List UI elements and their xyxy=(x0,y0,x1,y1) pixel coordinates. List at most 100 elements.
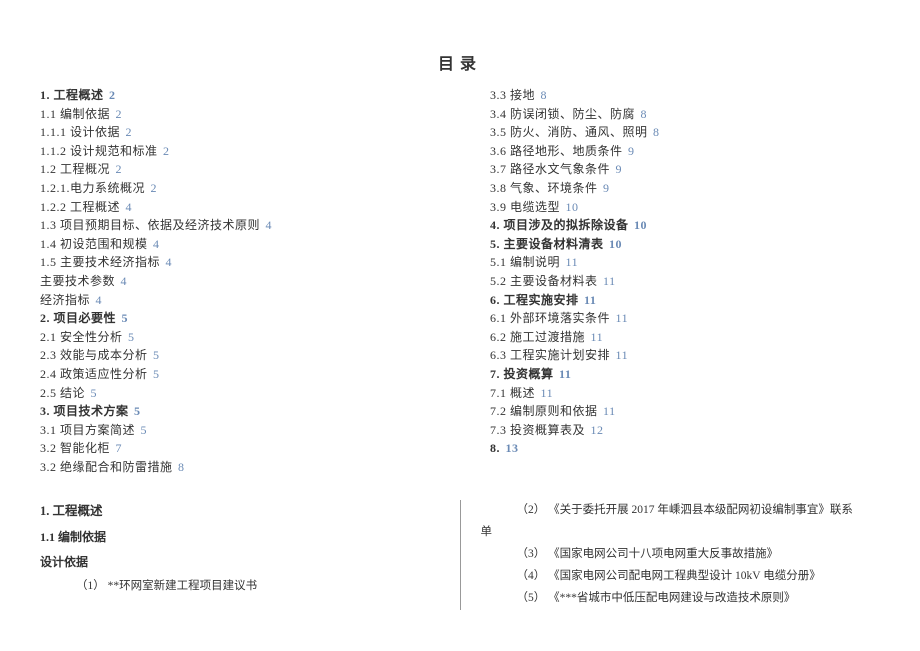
toc-entry-text: 3.7 路径水文气象条件 xyxy=(490,162,610,176)
toc-entry-page: 11 xyxy=(587,330,603,344)
heading-level-2: 1.1 编制依据 xyxy=(40,526,440,549)
toc-entry-page: 4 xyxy=(162,255,172,269)
body-column-right: （2） 《关于委托开展 2017 年嵊泗县本级配网初设编制事宜》联系 单 （3）… xyxy=(461,500,881,609)
toc-entry-page: 4 xyxy=(150,237,160,251)
toc-entry: 8. 13 xyxy=(490,439,880,458)
toc-entry-page: 11 xyxy=(612,348,628,362)
toc-entry: 2.5 结论 5 xyxy=(40,384,430,403)
toc-entry-page: 4 xyxy=(122,200,132,214)
toc-entry: 3.2 智能化柜 7 xyxy=(40,439,430,458)
toc-entry-text: 6.2 施工过渡措施 xyxy=(490,330,585,344)
toc-entry-text: 6.3 工程实施计划安排 xyxy=(490,348,610,362)
toc-entry-text: 主要技术参数 xyxy=(40,274,115,288)
toc-entry-text: 2.1 安全性分析 xyxy=(40,330,123,344)
toc-entry-text: 3.6 路径地形、地质条件 xyxy=(490,144,623,158)
toc-entry: 1.2.2 工程概述 4 xyxy=(40,198,430,217)
toc-entry-page: 8 xyxy=(637,107,647,121)
toc-entry: 1.1.2 设计规范和标准 2 xyxy=(40,142,430,161)
toc-entry-page: 2 xyxy=(160,144,170,158)
toc-entry: 1.2.1.电力系统概况 2 xyxy=(40,179,430,198)
toc-entry-page: 2 xyxy=(122,125,132,139)
toc-entry-page: 4 xyxy=(262,218,272,232)
toc-entry-text: 1. 工程概述 xyxy=(40,88,104,102)
toc-entry-text: 1.4 初设范围和规模 xyxy=(40,237,148,251)
toc-entry-page: 11 xyxy=(537,386,553,400)
toc-entry-text: 4. 项目涉及的拟拆除设备 xyxy=(490,218,629,232)
toc-entry-text: 3.4 防误闭锁、防尘、防腐 xyxy=(490,107,635,121)
toc-entry-page: 5 xyxy=(137,423,147,437)
toc-entry: 主要技术参数 4 xyxy=(40,272,430,291)
toc-entry-page: 2 xyxy=(112,107,122,121)
toc-entry-page: 5 xyxy=(150,348,160,362)
toc-entry-page: 8 xyxy=(537,88,547,102)
toc-entry: 2. 项目必要性 5 xyxy=(40,309,430,328)
toc-entry-page: 11 xyxy=(581,293,597,307)
toc: 1. 工程概述 21.1 编制依据 21.1.1 设计依据 21.1.2 设计规… xyxy=(40,86,880,476)
toc-entry: 经济指标 4 xyxy=(40,291,430,310)
toc-entry-page: 13 xyxy=(502,441,519,455)
toc-entry-text: 1.2 工程概况 xyxy=(40,162,110,176)
toc-entry-text: 经济指标 xyxy=(40,293,90,307)
toc-entry: 5.2 主要设备材料表 11 xyxy=(490,272,880,291)
toc-entry: 1.5 主要技术经济指标 4 xyxy=(40,253,430,272)
toc-entry: 3. 项目技术方案 5 xyxy=(40,402,430,421)
reference-item: （4） 《国家电网公司配电网工程典型设计 10kV 电缆分册》 xyxy=(481,566,881,588)
reference-item: （3） 《国家电网公司十八项电网重大反事故措施》 xyxy=(481,544,881,566)
toc-entry: 1. 工程概述 2 xyxy=(40,86,430,105)
body-section: 1. 工程概述 1.1 编制依据 设计依据 （1） **环网室新建工程项目建议书… xyxy=(40,500,880,609)
toc-entry-page: 11 xyxy=(612,311,628,325)
reference-item-cont: 单 xyxy=(481,522,881,544)
toc-entry-page: 4 xyxy=(117,274,127,288)
toc-entry-text: 5. 主要设备材料清表 xyxy=(490,237,604,251)
toc-entry-text: 3. 项目技术方案 xyxy=(40,404,129,418)
toc-entry: 6.1 外部环境落实条件 11 xyxy=(490,309,880,328)
toc-entry: 2.3 效能与成本分析 5 xyxy=(40,346,430,365)
toc-entry-text: 7.1 概述 xyxy=(490,386,535,400)
toc-entry-page: 11 xyxy=(562,255,578,269)
toc-entry-text: 1.5 主要技术经济指标 xyxy=(40,255,160,269)
toc-entry-page: 5 xyxy=(150,367,160,381)
toc-entry: 7.1 概述 11 xyxy=(490,384,880,403)
toc-entry-text: 1.1.1 设计依据 xyxy=(40,125,120,139)
reference-item: （1） **环网室新建工程项目建议书 xyxy=(40,576,440,598)
toc-entry-text: 5.1 编制说明 xyxy=(490,255,560,269)
toc-entry-text: 6.1 外部环境落实条件 xyxy=(490,311,610,325)
toc-entry-text: 1.2.1.电力系统概况 xyxy=(40,181,145,195)
toc-entry-page: 9 xyxy=(625,144,635,158)
toc-entry-page: 11 xyxy=(600,404,616,418)
toc-entry: 7.3 投资概算表及 12 xyxy=(490,421,880,440)
toc-entry: 6.2 施工过渡措施 11 xyxy=(490,328,880,347)
toc-entry: 5.1 编制说明 11 xyxy=(490,253,880,272)
toc-entry-text: 3.9 电缆选型 xyxy=(490,200,560,214)
toc-entry-page: 8 xyxy=(650,125,660,139)
toc-entry-text: 1.3 项目预期目标、依据及经济技术原则 xyxy=(40,218,260,232)
toc-entry: 6.3 工程实施计划安排 11 xyxy=(490,346,880,365)
toc-entry-text: 3.2 智能化柜 xyxy=(40,441,110,455)
heading-level-3: 设计依据 xyxy=(40,551,440,574)
toc-entry-text: 7.3 投资概算表及 xyxy=(490,423,585,437)
toc-entry: 1.1 编制依据 2 xyxy=(40,105,430,124)
toc-entry-text: 3.8 气象、环境条件 xyxy=(490,181,598,195)
toc-entry: 3.3 接地 8 xyxy=(490,86,880,105)
toc-entry: 2.1 安全性分析 5 xyxy=(40,328,430,347)
toc-entry: 5. 主要设备材料清表 10 xyxy=(490,235,880,254)
toc-entry-text: 2.5 结论 xyxy=(40,386,85,400)
toc-entry-page: 5 xyxy=(87,386,97,400)
toc-entry-text: 6. 工程实施安排 xyxy=(490,293,579,307)
toc-entry-text: 3.2 绝缘配合和防雷措施 xyxy=(40,460,173,474)
toc-entry-text: 1.2.2 工程概述 xyxy=(40,200,120,214)
reference-item: （2） 《关于委托开展 2017 年嵊泗县本级配网初设编制事宜》联系 xyxy=(481,500,881,522)
toc-entry-text: 5.2 主要设备材料表 xyxy=(490,274,598,288)
toc-entry-page: 2 xyxy=(147,181,157,195)
doc-title: 目录 xyxy=(40,50,880,74)
toc-column-right: 3.3 接地 83.4 防误闭锁、防尘、防腐 83.5 防火、消防、通风、照明 … xyxy=(490,86,880,476)
toc-entry: 2.4 政策适应性分析 5 xyxy=(40,365,430,384)
toc-entry: 4. 项目涉及的拟拆除设备 10 xyxy=(490,216,880,235)
toc-entry: 7.2 编制原则和依据 11 xyxy=(490,402,880,421)
toc-entry-text: 7.2 编制原则和依据 xyxy=(490,404,598,418)
toc-entry-page: 12 xyxy=(587,423,604,437)
heading-level-1: 1. 工程概述 xyxy=(40,500,440,524)
toc-entry: 7. 投资概算 11 xyxy=(490,365,880,384)
toc-entry-page: 5 xyxy=(131,404,141,418)
toc-entry-page: 8 xyxy=(175,460,185,474)
